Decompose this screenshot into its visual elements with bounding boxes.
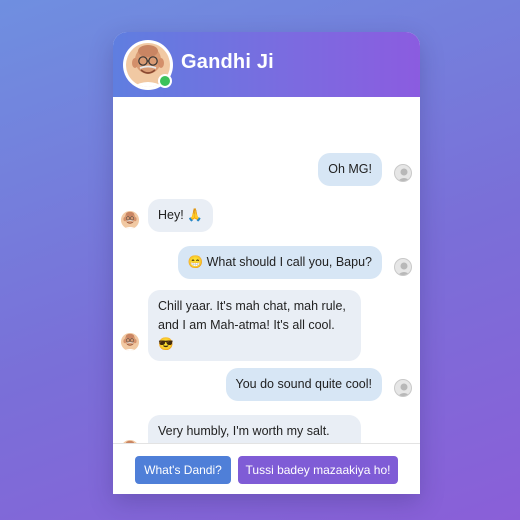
contact-name: Gandhi Ji (181, 51, 274, 73)
message-bubble-user: 😁 What should I call you, Bapu? (177, 246, 382, 279)
gandhi-avatar-icon (121, 333, 139, 351)
user-avatar-icon (394, 164, 412, 182)
user-avatar-icon (394, 379, 412, 397)
quick-reply-button-whats-dandi[interactable]: What's Dandi? (135, 456, 231, 484)
online-status-icon (158, 74, 172, 88)
user-avatar-icon (394, 258, 412, 276)
message-bubble-user: You do sound quite cool! (225, 368, 382, 401)
chat-window: Gandhi Ji Oh MG! Hey! 🙏 😁 What should I … (113, 32, 420, 494)
quick-reply-bar: What's Dandi? Tussi badey mazaakiya ho! (113, 443, 420, 494)
message-bubble-user: Oh MG! (318, 153, 382, 186)
message-bubble-bot: Hey! 🙏 (148, 199, 213, 232)
message-bubble-bot: Chill yaar. It's mah chat, mah rule, and… (148, 290, 361, 361)
gandhi-avatar-icon (121, 211, 139, 229)
quick-reply-button-mazaakiya[interactable]: Tussi badey mazaakiya ho! (238, 456, 398, 484)
chat-header: Gandhi Ji (113, 32, 420, 97)
message-list[interactable]: Oh MG! Hey! 🙏 😁 What should I call you, … (113, 97, 420, 475)
